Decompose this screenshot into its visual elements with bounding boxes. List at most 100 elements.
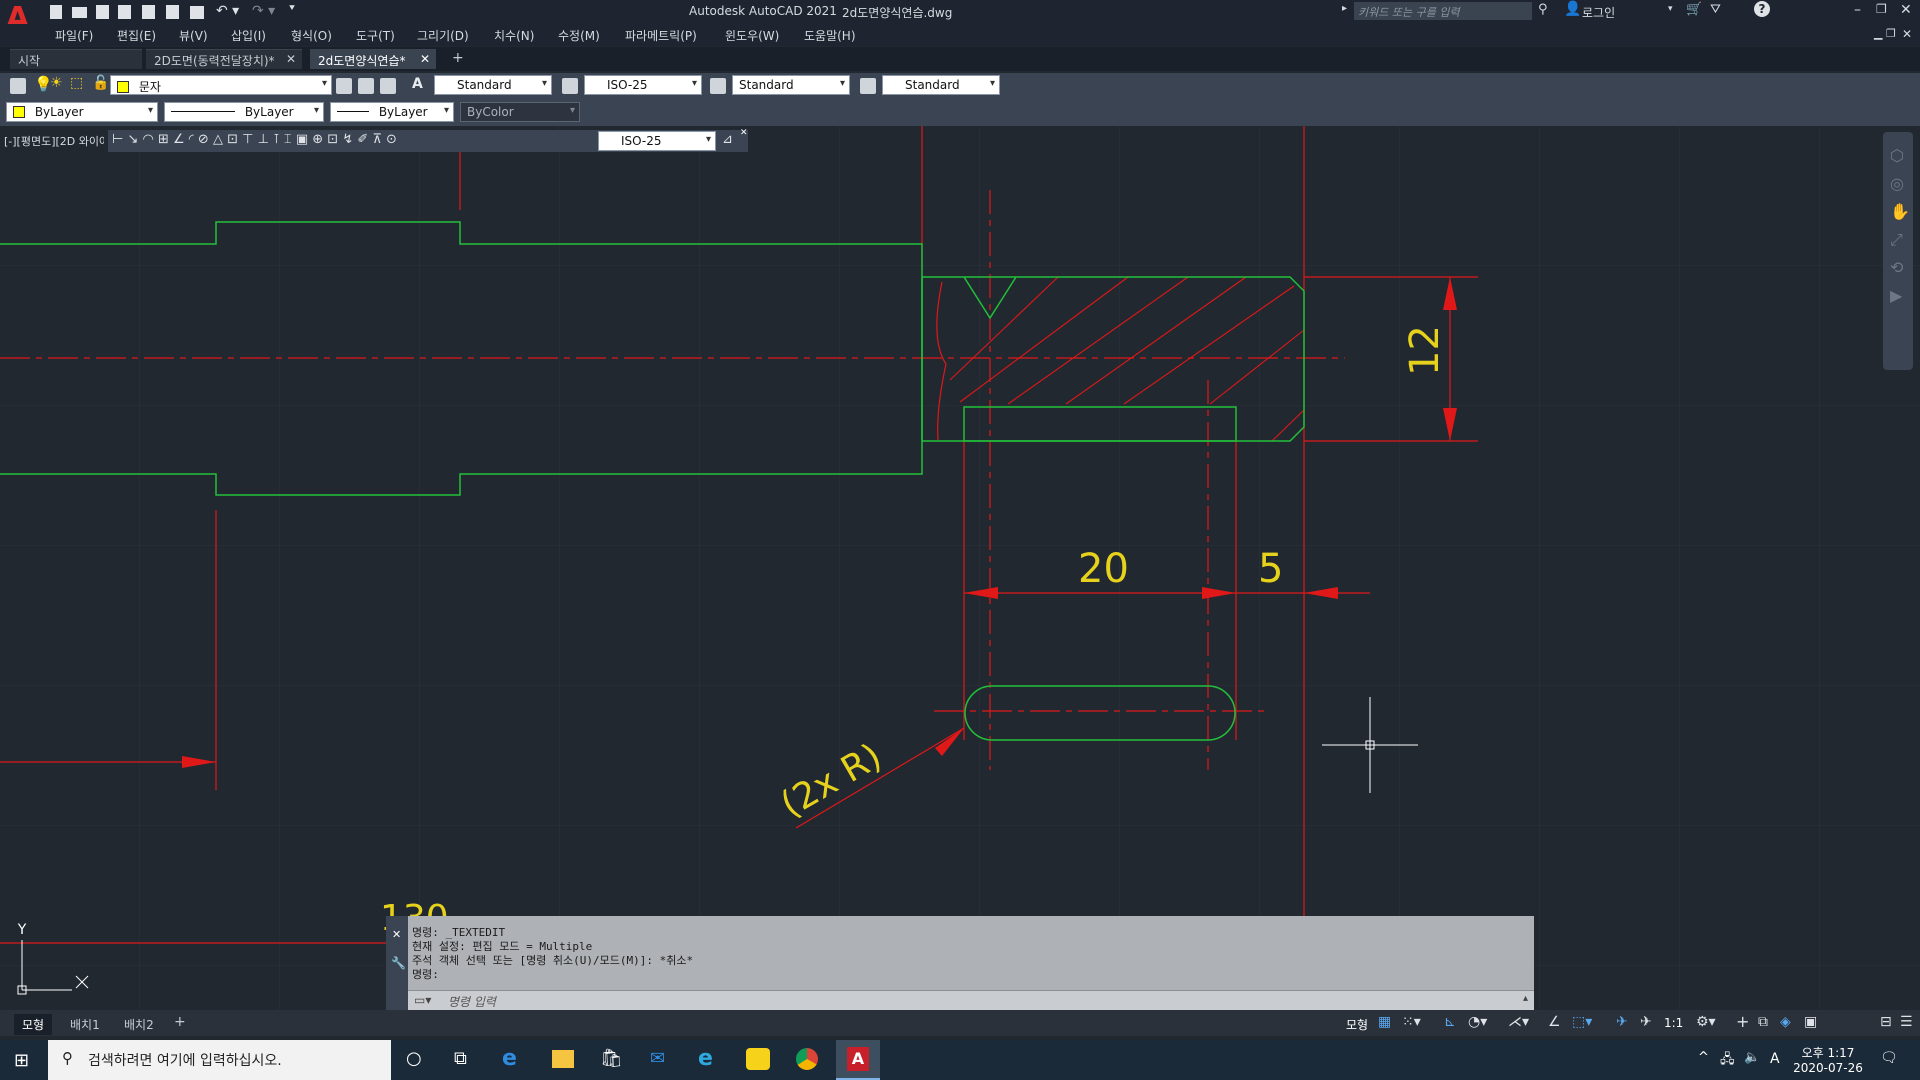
internet-explorer-icon[interactable]: e <box>698 1046 713 1071</box>
customize-status-icon[interactable]: ⊟ <box>1880 1014 1892 1030</box>
zoom-extents-icon[interactable]: ⤢ <box>1890 230 1903 250</box>
layer-viewport-icon[interactable]: ⬚ <box>70 75 83 91</box>
showmotion-icon[interactable]: ▶ <box>1890 286 1902 305</box>
taskbar-search-input[interactable]: ⚲ 검색하려면 여기에 입력하십시오. <box>48 1040 391 1080</box>
toolbar-close-icon[interactable]: ✕ <box>740 128 748 138</box>
ime-indicator[interactable]: A <box>1770 1051 1780 1067</box>
clean-screen-icon[interactable]: ▣ <box>1804 1014 1817 1030</box>
plus-icon[interactable]: + <box>1736 1012 1749 1031</box>
linear-dim-icon[interactable]: ⊢ ↘ ◠ ⊞ ∠ ◜ ⊘ △ ⊡ ⊤ ⊥ ⊺ ⌶ ▣ ⊕ ⊡ ↯ ✐ ⊼ ⊙ <box>112 132 397 147</box>
menu-window[interactable]: 윈도우(W) <box>725 27 779 44</box>
text-style-dropdown[interactable]: Standard ▾ <box>434 75 552 95</box>
annotation-autoscale-icon[interactable]: ✈ <box>1640 1014 1652 1030</box>
chrome-icon[interactable] <box>796 1048 818 1070</box>
login-dropdown-icon[interactable]: ▾ <box>1668 4 1673 14</box>
dim-style-dropdown[interactable]: ISO-25 ▾ <box>584 75 702 95</box>
open-web-icon[interactable] <box>142 5 155 19</box>
multileader-style-dropdown[interactable]: Standard ▾ <box>882 75 1000 95</box>
login-link[interactable]: 로그인 <box>1582 4 1615 21</box>
isolate-icon[interactable]: ⧉ <box>1758 1014 1768 1030</box>
new-file-icon[interactable] <box>50 5 62 19</box>
mail-icon[interactable]: ✉ <box>650 1048 665 1069</box>
annotation-scale[interactable]: 1:1 <box>1664 1016 1683 1030</box>
dim-style-icon[interactable] <box>562 78 578 94</box>
viewcube-icon[interactable]: ⬡ <box>1890 146 1904 165</box>
add-layout-button[interactable]: + <box>174 1014 186 1030</box>
command-history-arrow-icon[interactable]: ▴ <box>1523 993 1528 1004</box>
menu-modify[interactable]: 수정(M) <box>558 27 600 44</box>
windows-start-icon[interactable]: ⊞ <box>14 1050 29 1071</box>
open-file-icon[interactable] <box>72 7 87 18</box>
redo-icon[interactable]: ↷ ▾ <box>252 3 275 19</box>
layer-match-icon[interactable] <box>358 78 374 94</box>
linetype-dropdown[interactable]: ByLayer ▾ <box>164 102 324 122</box>
close-command-line-icon[interactable]: ✕ <box>392 928 401 941</box>
notification-icon[interactable]: 🗨 <box>1880 1050 1898 1066</box>
menu-draw[interactable]: 그리기(D) <box>417 27 469 44</box>
autodesk-app-icon[interactable]: ⛛ <box>1710 2 1721 17</box>
network-icon[interactable]: 🖧 <box>1720 1050 1735 1072</box>
layer-unlock-icon[interactable]: 🔓 <box>92 75 109 91</box>
search-icon[interactable]: ⚲ <box>1538 2 1548 17</box>
lineweight-dropdown[interactable]: ByLayer ▾ <box>330 102 454 122</box>
menu-tools[interactable]: 도구(T) <box>356 27 395 44</box>
layout-tab-layout1[interactable]: 배치1 <box>62 1014 108 1035</box>
menu-dimension[interactable]: 치수(N) <box>494 27 534 44</box>
doc-restore-icon[interactable]: ❐ <box>1886 27 1896 40</box>
menu-view[interactable]: 뷰(V) <box>179 27 208 44</box>
osnap-icon[interactable]: ⬚▾ <box>1572 1014 1592 1030</box>
make-current-layer-icon[interactable] <box>336 78 352 94</box>
help-icon[interactable]: ? <box>1754 1 1770 17</box>
new-tab-button[interactable]: + <box>452 50 464 66</box>
menu-file[interactable]: 파일(F) <box>55 27 93 44</box>
user-icon[interactable]: 👤 <box>1564 1 1581 17</box>
layer-dropdown[interactable]: 문자 ▾ <box>110 75 332 95</box>
tab-close-icon[interactable]: ✕ <box>286 52 296 66</box>
table-style-icon[interactable] <box>710 78 726 94</box>
status-model-space[interactable]: 모형 <box>1346 1016 1368 1033</box>
tab-start[interactable]: 시작 <box>10 49 142 69</box>
tab-2d-power-transmission[interactable]: 2D도면(동력전달장치)* ✕ <box>146 49 302 69</box>
table-style-dropdown[interactable]: Standard ▾ <box>732 75 850 95</box>
isodraft-icon[interactable]: ⋌▾ <box>1508 1014 1529 1030</box>
ortho-icon[interactable]: ⊾ <box>1444 1014 1456 1030</box>
save-icon[interactable] <box>96 5 109 19</box>
restore-icon[interactable]: ❐ <box>1876 2 1887 16</box>
doc-close-icon[interactable]: ✕ <box>1902 27 1912 41</box>
file-explorer-icon[interactable] <box>552 1050 574 1068</box>
store-icon[interactable]: 🛍 <box>600 1048 623 1069</box>
system-clock[interactable]: 오후 1:17 2020-07-26 <box>1790 1044 1866 1075</box>
menu-format[interactable]: 형식(O) <box>291 27 332 44</box>
command-prompt-icon[interactable]: ▭▾ <box>414 993 431 1007</box>
command-input[interactable]: ▭▾ 명령 입력 ▴ <box>408 990 1534 1010</box>
menu-edit[interactable]: 편집(E) <box>117 27 156 44</box>
status-menu-icon[interactable]: ☰ <box>1900 1014 1913 1030</box>
annotation-visibility-icon[interactable]: ✈ <box>1616 1014 1628 1030</box>
layer-properties-icon[interactable] <box>10 78 26 94</box>
orbit-icon[interactable]: ⟲ <box>1890 258 1903 277</box>
kakaotalk-icon[interactable] <box>746 1048 770 1070</box>
print-icon[interactable] <box>190 6 204 19</box>
customize-command-icon[interactable]: 🔧 <box>391 956 406 970</box>
command-line-handle[interactable]: ✕ 🔧 <box>386 916 408 1010</box>
pan-icon[interactable]: ✋ <box>1890 202 1910 221</box>
hardware-accel-icon[interactable]: ◈ <box>1780 1014 1791 1030</box>
customize-qat-icon[interactable]: ⯆ <box>288 3 296 14</box>
edge-icon[interactable]: e <box>502 1046 517 1071</box>
menu-parametric[interactable]: 파라메트릭(P) <box>625 27 697 44</box>
cart-icon[interactable]: 🛒 <box>1686 2 1702 17</box>
drawing-canvas[interactable]: 20 5 12 (2x R) 130 Y X ⊢ ↘ ◠ ⊞ ∠ ◜ ⊘ △ ⊡… <box>0 126 1920 1020</box>
snap-icon[interactable]: ⁙▾ <box>1402 1014 1421 1030</box>
plotstyle-dropdown[interactable]: ByColor ▾ <box>460 102 580 122</box>
steering-wheel-icon[interactable]: ◎ <box>1890 174 1904 193</box>
save-as-icon[interactable] <box>118 5 131 19</box>
menu-insert[interactable]: 삽입(I) <box>231 27 266 44</box>
layout-tab-model[interactable]: 모형 <box>14 1014 53 1035</box>
autocad-taskbar-icon[interactable]: A <box>836 1040 880 1080</box>
minimize-icon[interactable]: – <box>1854 2 1861 18</box>
polar-icon[interactable]: ◔▾ <box>1468 1014 1487 1030</box>
multileader-style-icon[interactable] <box>860 78 876 94</box>
save-web-icon[interactable] <box>166 5 179 19</box>
volume-icon[interactable]: 🔈 <box>1744 1050 1760 1065</box>
layer-previous-icon[interactable] <box>380 78 396 94</box>
